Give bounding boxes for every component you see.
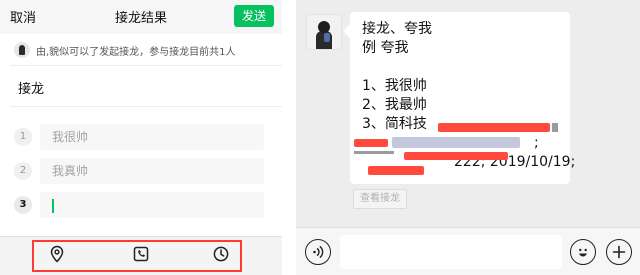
message-line: 例 夸我 [362, 40, 409, 56]
message-tail-a: ; [534, 135, 539, 151]
avatar-scarf [324, 33, 330, 42]
entry-field-active[interactable] [40, 192, 264, 218]
entry-number: 2 [14, 162, 32, 180]
solitaire-editor-panel: 取消 接龙结果 发送 由,貌似可以了发起接龙，参与接龙目前共1人 接龙 1 我很… [0, 0, 282, 275]
initiator-text: 由,貌似可以了发起接龙，参与接龙目前共1人 [36, 46, 236, 58]
redaction-mark [552, 123, 558, 132]
plus-icon[interactable] [606, 239, 632, 265]
solitaire-topic[interactable]: 接龙 [18, 78, 44, 97]
clock-icon[interactable] [212, 245, 230, 263]
entry-field[interactable]: 我很帅 [40, 124, 264, 150]
voice-icon[interactable] [305, 239, 331, 265]
send-button[interactable]: 发送 [234, 5, 274, 27]
blurred-text [392, 137, 520, 148]
redaction-mark [368, 166, 424, 175]
redaction-mark [438, 123, 550, 132]
divider [10, 106, 282, 107]
message-line: 1、我很帅 [362, 78, 427, 94]
message-line: 接龙、夸我 [362, 21, 432, 37]
chat-panel: 接龙、夸我 例 夸我 1、我很帅 2、我最帅 3、简科技 ; 222; 2019… [296, 0, 640, 275]
redaction-mark [354, 151, 394, 154]
avatar-head [318, 21, 330, 33]
nav-bar: 取消 接龙结果 发送 [0, 0, 282, 34]
avatar[interactable] [306, 14, 342, 50]
emoji-icon[interactable] [570, 239, 596, 265]
redaction-mark [354, 139, 388, 147]
text-caret [52, 198, 54, 213]
message-line: 2、我最帅 [362, 97, 427, 113]
message-line [362, 58, 558, 77]
message-input[interactable] [340, 235, 562, 269]
entry-number: 1 [14, 128, 32, 146]
avatar [14, 42, 30, 58]
message-bubble[interactable]: 接龙、夸我 例 夸我 1、我很帅 2、我最帅 3、简科技 ; 222; 2019… [350, 12, 575, 184]
initiator-row: 由,貌似可以了发起接龙，参与接龙目前共1人 [14, 41, 236, 59]
view-solitaire-button[interactable]: 查看接龙 [353, 189, 407, 209]
entry-field[interactable]: 我真帅 [40, 158, 264, 184]
location-icon[interactable] [48, 245, 66, 263]
divider [10, 65, 282, 66]
phone-card-icon[interactable] [132, 245, 150, 263]
chat-input-bar [296, 227, 640, 275]
entry-number: 3 [14, 196, 32, 214]
redaction-mark [404, 152, 508, 160]
solitaire-form: 由,貌似可以了发起接龙，参与接龙目前共1人 接龙 1 我很帅 2 我真帅 3 [0, 34, 282, 236]
panel-gap [282, 0, 296, 275]
bottom-toolbar [0, 236, 282, 275]
